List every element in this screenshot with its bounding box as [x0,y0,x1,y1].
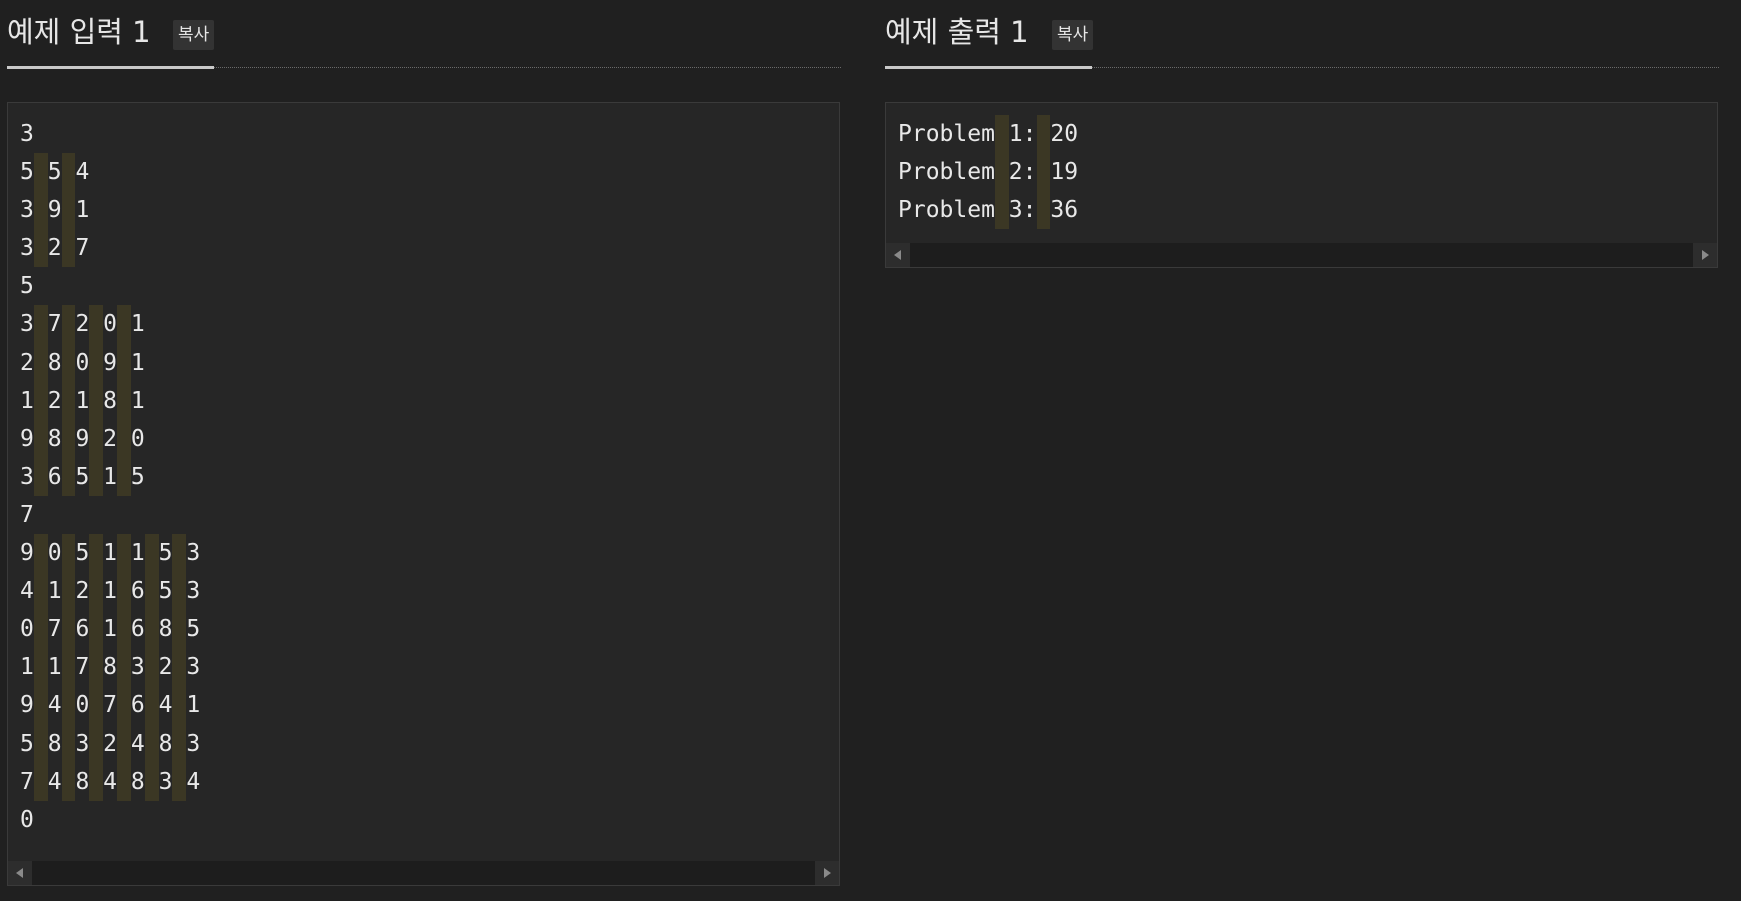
input-line: 3 9 1 [20,191,827,230]
chevron-left-icon[interactable] [8,861,32,885]
input-line: 0 [20,806,34,833]
input-line: 4 1 2 1 6 5 3 [20,572,827,611]
input-line: 9 4 0 7 6 4 1 [20,686,827,725]
sample-input-title: 예제 입력 1 [7,15,151,49]
input-line: 3 7 2 0 1 [20,305,827,344]
input-line: 3 2 7 [20,229,827,268]
sample-output-headline: 예제 출력 1 복사 [885,0,1719,69]
input-line: 0 7 6 1 6 8 5 [20,610,827,649]
input-line: 7 [20,501,34,528]
title-underline [885,66,1092,69]
input-line: 1 1 7 8 3 2 3 [20,648,827,687]
input-line: 1 2 1 8 1 [20,381,827,420]
sample-input-headline: 예제 입력 1 복사 [7,0,841,69]
input-line: 9 0 5 1 1 5 3 [20,534,827,573]
chevron-right-icon[interactable] [1693,243,1717,267]
input-line: 2 8 0 9 1 [20,343,827,382]
input-line: 3 [20,121,34,147]
input-line: 7 4 8 4 8 3 4 [20,762,827,801]
input-line: 5 8 3 2 4 8 3 [20,724,827,763]
input-line: 5 5 4 [20,153,827,192]
sample-input-text: 3 5 5 43 9 13 2 7 5 3 7 2 0 12 8 0 9 11 2 1… [20,115,827,839]
copy-output-button[interactable]: 복사 [1052,20,1094,50]
title-underline [7,66,214,69]
page: 예제 입력 1 복사 3 5 5 43 9 13 2 7 5 3 7 2 0 12 8… [0,0,1741,901]
sample-output-text: Problem 1: 20 Problem 2: 19 Problem 3: 36 [898,115,1705,230]
input-line: 9 8 9 2 0 [20,419,827,458]
copy-input-button[interactable]: 복사 [173,20,215,50]
output-line: Problem 1: 20 [898,115,1705,154]
output-line: Problem 3: 36 [898,191,1705,230]
sample-input-panel: 예제 입력 1 복사 3 5 5 43 9 13 2 7 5 3 7 2 0 12 8… [7,0,841,886]
sample-output-panel: 예제 출력 1 복사 Problem 1: 20 Problem 2: 19 Pro… [885,0,1719,268]
sample-input-box[interactable]: 3 5 5 43 9 13 2 7 5 3 7 2 0 12 8 0 9 11 2 1… [7,102,840,886]
sample-output-title: 예제 출력 1 [885,15,1029,49]
input-line: 5 [20,273,34,300]
sample-output-box[interactable]: Problem 1: 20 Problem 2: 19 Problem 3: 36 [885,102,1718,268]
chevron-left-icon[interactable] [886,243,910,267]
input-line: 3 6 5 1 5 [20,457,827,496]
chevron-right-icon[interactable] [815,861,839,885]
horizontal-scrollbar[interactable] [886,243,1717,267]
horizontal-scrollbar[interactable] [8,861,839,885]
output-line: Problem 2: 19 [898,153,1705,192]
